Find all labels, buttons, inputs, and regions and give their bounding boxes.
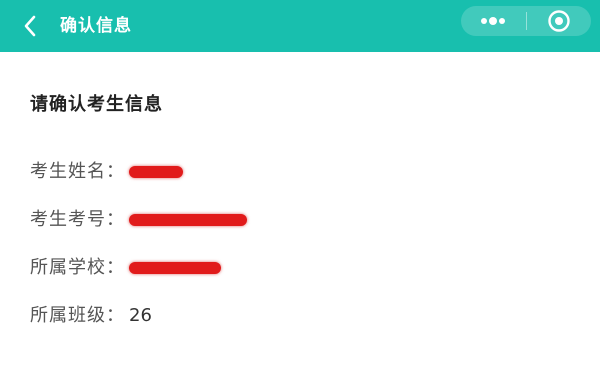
student-id-row: 考生考号： bbox=[30, 206, 247, 234]
top-nav-bar: 确认信息 bbox=[0, 0, 600, 52]
class-value: 26 bbox=[129, 305, 152, 326]
school-row: 所属学校： bbox=[30, 254, 221, 282]
class-row: 所属班级： 26 bbox=[30, 302, 152, 330]
redacted-value bbox=[129, 214, 247, 226]
mini-program-capsule bbox=[461, 6, 591, 36]
close-button[interactable] bbox=[527, 6, 592, 36]
field-label: 所属班级： bbox=[30, 305, 125, 326]
field-label: 考生考号： bbox=[30, 209, 125, 230]
more-button[interactable] bbox=[461, 6, 526, 36]
back-button[interactable] bbox=[14, 8, 46, 44]
redacted-value bbox=[129, 262, 221, 274]
page-title: 确认信息 bbox=[60, 16, 132, 36]
field-label: 所属学校： bbox=[30, 257, 125, 278]
section-title: 请确认考生信息 bbox=[30, 94, 163, 115]
target-circle-icon bbox=[548, 10, 570, 32]
student-name-row: 考生姓名： bbox=[30, 158, 183, 186]
field-label: 考生姓名： bbox=[30, 161, 125, 182]
more-dots-icon bbox=[481, 17, 506, 25]
redacted-value bbox=[129, 166, 183, 178]
chevron-left-icon bbox=[24, 15, 36, 37]
